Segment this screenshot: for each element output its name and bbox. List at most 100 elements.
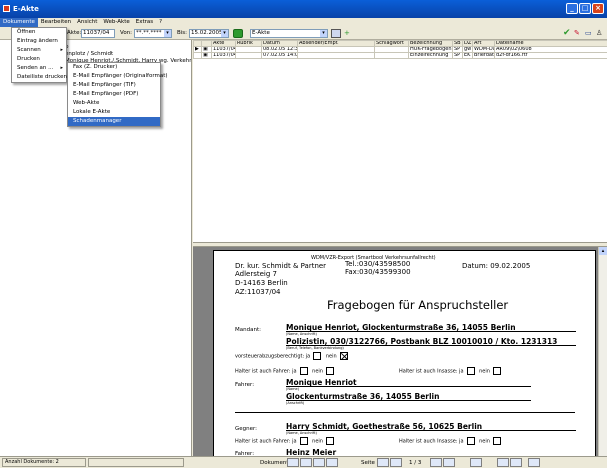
table-row[interactable]: ▣ 11037/04 07.02.05 14:09 Einzelrechnung SP E… [193, 52, 607, 59]
nein-label: nein [479, 368, 490, 375]
doc-first-icon[interactable] [287, 458, 299, 467]
vorsteuer-row: vorsteuerabzugsberechtigt: ja nein [235, 352, 351, 360]
halter-insasse-ja-checkbox[interactable] [466, 367, 475, 375]
table-cell: HUK-Fragebogen (WDM F [408, 46, 453, 53]
fit-width-icon[interactable] [497, 458, 509, 467]
document-count: Anzahl Dokumente: 2 [2, 458, 86, 467]
tree-item[interactable]: enplotz / Schmidt [65, 51, 113, 57]
halter-insasse-nein-checkbox[interactable] [492, 367, 501, 375]
page-last-icon[interactable] [443, 458, 455, 467]
window-title: E-Akte [13, 5, 39, 13]
menu-dokumente[interactable]: Dokumente [0, 18, 38, 27]
menu-extras[interactable]: Extras [133, 18, 156, 27]
scroll-up-icon[interactable]: ▴ [599, 247, 607, 255]
senden-submenu: Fax (Z. Drucker) E-Mail Empfänger (Origin… [67, 62, 168, 127]
title-bar: E-Akte _ □ × [0, 0, 607, 18]
refresh-icon[interactable] [331, 29, 341, 38]
close-button[interactable]: × [592, 3, 604, 14]
column-header[interactable]: DZ [462, 40, 473, 47]
submenu-item[interactable]: E-Mail Empfänger (Originalformat) [68, 72, 168, 81]
menu-item[interactable]: Drucken [12, 55, 66, 64]
page-next-icon[interactable] [430, 458, 442, 467]
vorsteuer-label: vorsteuerabzugsberechtigt: [235, 353, 305, 360]
doc-next-icon[interactable] [313, 458, 325, 467]
doc-prev-icon[interactable] [300, 458, 312, 467]
print-icon[interactable] [528, 458, 540, 467]
tools-icon[interactable]: ✎ [574, 29, 584, 38]
halter-insasse-ja-checkbox[interactable] [466, 437, 475, 445]
table-cell: ▣ [201, 52, 212, 59]
chevron-down-icon[interactable]: ▾ [164, 30, 171, 37]
doc-last-icon[interactable] [326, 458, 338, 467]
chevron-down-icon[interactable]: ▾ [221, 30, 228, 37]
chevron-down-icon[interactable]: ▾ [320, 30, 327, 37]
halter-fahrer-ja-checkbox[interactable] [299, 367, 308, 375]
table-cell: EK [462, 52, 473, 59]
halter-fahrer-ja-checkbox[interactable] [299, 437, 308, 445]
divider [286, 386, 531, 387]
akte-input[interactable]: 11037/04 [81, 29, 115, 38]
halter-insasse-row: Halter ist auch Insasse: ja nein [399, 367, 504, 375]
go-arrow-icon[interactable] [233, 29, 243, 38]
submenu-item[interactable]: Lokale E-Akte [68, 108, 160, 117]
minimize-button[interactable]: _ [566, 3, 578, 14]
fahrer-label: Fahrer: [235, 382, 255, 388]
submenu-item[interactable]: E-Mail Empfänger (TIF) [68, 81, 160, 90]
table-cell [193, 52, 202, 59]
table-cell: d2f-df166.rtf [494, 52, 607, 59]
page-first-icon[interactable] [377, 458, 389, 467]
document-table: Akte Rubrik Datum Absender/Empf. Schlagwort B… [193, 40, 607, 59]
menu-ansicht[interactable]: Ansicht [74, 18, 100, 27]
document-grid: Akte Rubrik Datum Absender/Empf. Schlagwort B… [193, 40, 607, 242]
zoom-icon[interactable] [470, 458, 482, 467]
add-icon[interactable]: + [344, 29, 354, 38]
nein-label: nein [312, 438, 323, 445]
menu-item[interactable]: Eintrag ändern [12, 37, 66, 46]
halter-fahrer-label: Halter ist auch Fahrer: [235, 438, 291, 445]
polizistin-caption: (Beruf, Telefon, Bankverbindung) [286, 346, 344, 350]
halter-fahrer-row-2: Halter ist auch Fahrer: ja nein [235, 437, 337, 445]
fit-page-icon[interactable] [510, 458, 522, 467]
page-prev-icon[interactable] [390, 458, 402, 467]
halter-insasse-nein-checkbox[interactable] [492, 437, 501, 445]
submenu-item[interactable]: Fax (Z. Drucker) [68, 63, 160, 72]
von-date-input[interactable]: **.**.**** ▾ [134, 29, 172, 38]
maximize-button[interactable]: □ [579, 3, 591, 14]
menu-item[interactable]: Senden an ... ▸ [12, 64, 66, 73]
firm-fax: Fax:030/43599300 [345, 268, 411, 276]
halter-fahrer-nein-checkbox[interactable] [325, 437, 334, 445]
table-cell: Einzelrechnung [408, 52, 453, 59]
person-icon[interactable]: ♙ [596, 29, 606, 38]
page-indicator: 1 / 3 [409, 460, 422, 466]
nein-label: nein [312, 368, 323, 375]
menu-item[interactable]: Dateiliste drucken [12, 73, 67, 82]
bis-date-input[interactable]: 15.02.2005 ▾ [189, 29, 229, 38]
export-icon[interactable]: ▭ [585, 29, 595, 38]
von-value: **.**.**** [136, 30, 162, 36]
submenu-item[interactable]: Web-Akte [68, 99, 160, 108]
halter-fahrer-nein-checkbox[interactable] [325, 367, 334, 375]
akte-value: 11037/04 [83, 30, 110, 36]
column-header[interactable]: Schlagwort [374, 40, 409, 47]
menu-item[interactable]: Scannen ▸ [12, 46, 66, 55]
menu-help[interactable]: ? [156, 18, 165, 27]
table-cell: Briefdatei [472, 52, 495, 59]
vorsteuer-nein-checkbox[interactable] [339, 352, 348, 360]
firm-name: Dr. kur. Schmidt & Partner [235, 262, 327, 270]
table-cell: SP [452, 52, 463, 59]
checkmark-icon[interactable]: ✔ [563, 29, 573, 38]
menu-bearbeiten[interactable]: Bearbeiten [38, 18, 74, 27]
ja-label: ja [292, 368, 297, 375]
submenu-item[interactable]: Schadenmanager [68, 117, 160, 126]
menu-item-label: Eintrag ändern [17, 38, 58, 44]
menu-item[interactable]: Öffnen [12, 28, 66, 37]
filter-select[interactable]: E-Akte ▾ [250, 29, 328, 38]
table-cell: 08.02.05 12:36 [261, 46, 298, 53]
vertical-scrollbar[interactable]: ▴ [598, 247, 607, 456]
table-cell [235, 52, 262, 59]
vorsteuer-ja-checkbox[interactable] [313, 352, 322, 360]
submenu-item[interactable]: E-Mail Empfänger (PDF) [68, 90, 160, 99]
menu-web-akte[interactable]: Web-Akte [100, 18, 132, 27]
divider [286, 430, 576, 431]
firm-tel: Tel.:030/43598500 [345, 260, 411, 268]
